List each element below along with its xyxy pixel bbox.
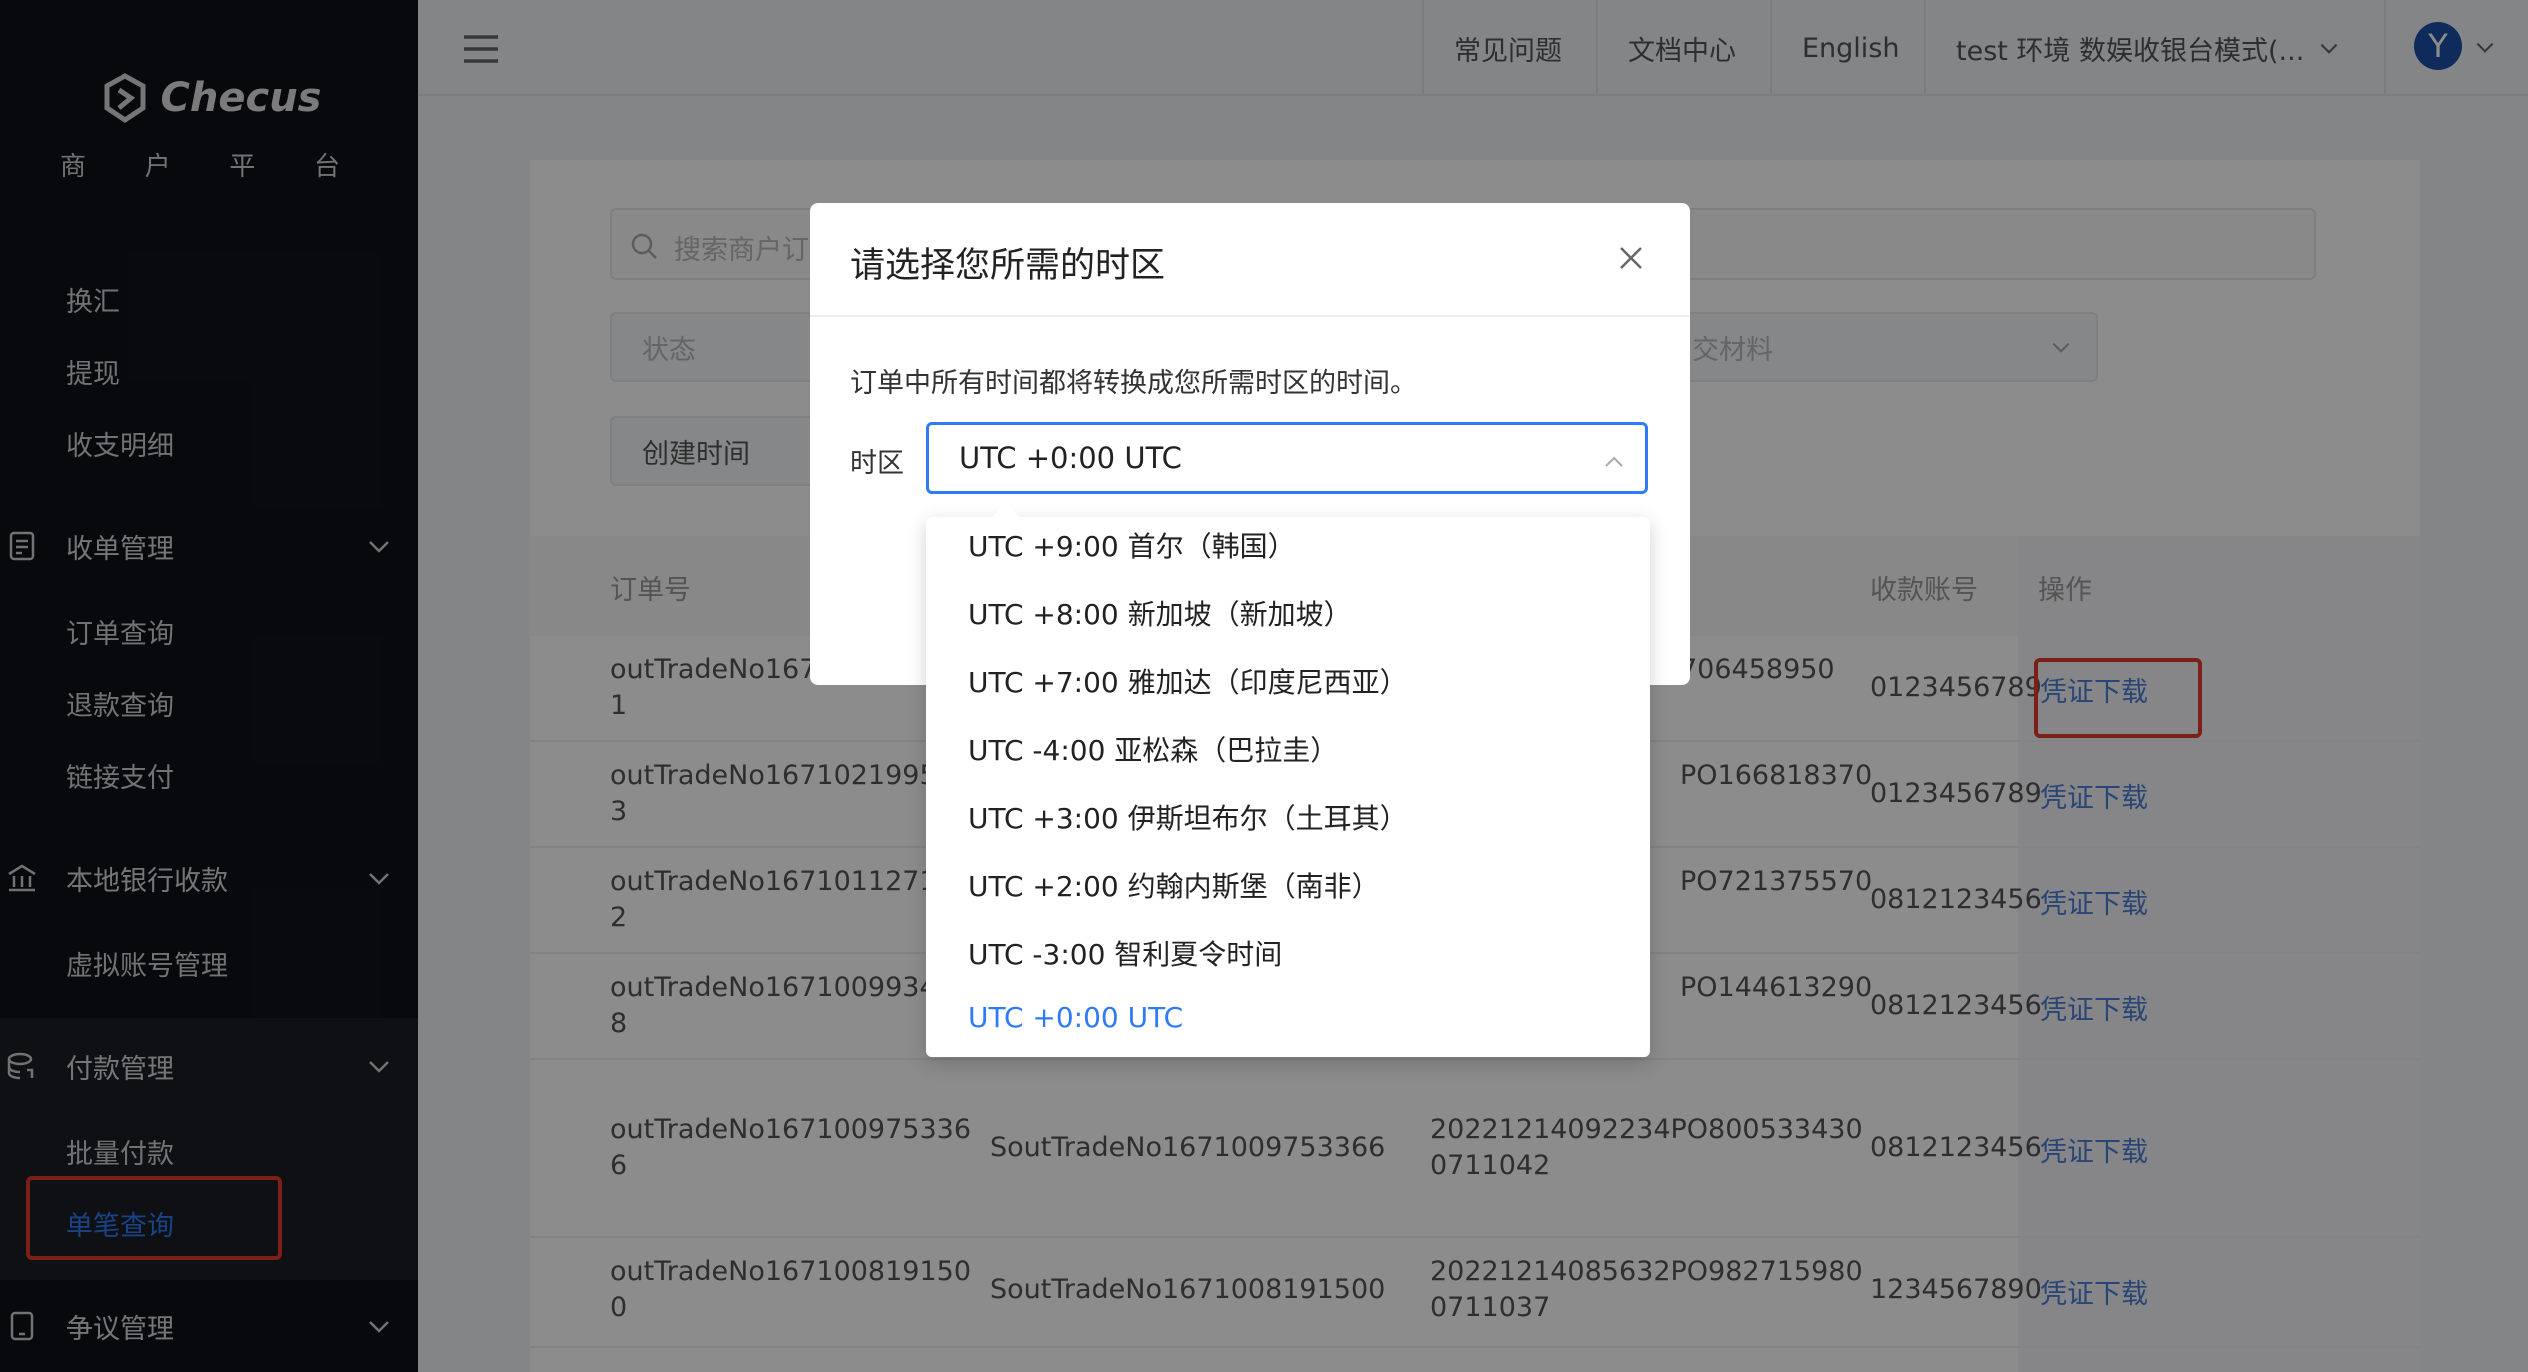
timezone-selected-value: UTC +0:00 UTC — [959, 441, 1182, 475]
timezone-option[interactable]: UTC -4:00 亚松森（巴拉圭） — [968, 729, 1338, 769]
modal-description: 订单中所有时间都将转换成您所需时区的时间。 — [850, 368, 1417, 399]
close-icon[interactable] — [1618, 245, 1644, 271]
timezone-option[interactable]: UTC +2:00 约翰内斯堡（南非） — [968, 865, 1380, 905]
modal-divider — [810, 315, 1690, 317]
timezone-option[interactable]: UTC -3:00 智利夏令时间 — [968, 933, 1282, 973]
chevron-up-icon — [1605, 456, 1623, 467]
timezone-option[interactable]: UTC +3:00 伊斯坦布尔（土耳其） — [968, 797, 1408, 837]
timezone-dropdown: UTC +9:00 首尔（韩国） UTC +8:00 新加坡（新加坡） UTC … — [926, 502, 1650, 1057]
timezone-label: 时区 — [850, 448, 904, 479]
modal-title: 请选择您所需的时区 — [850, 246, 1166, 286]
timezone-option[interactable]: UTC +7:00 雅加达（印度尼西亚） — [968, 661, 1408, 701]
timezone-option[interactable]: UTC +8:00 新加坡（新加坡） — [968, 593, 1352, 633]
timezone-option-selected[interactable]: UTC +0:00 UTC — [968, 1001, 1183, 1034]
timezone-option[interactable]: UTC +9:00 首尔（韩国） — [968, 525, 1296, 565]
timezone-select[interactable]: UTC +0:00 UTC — [926, 422, 1648, 494]
